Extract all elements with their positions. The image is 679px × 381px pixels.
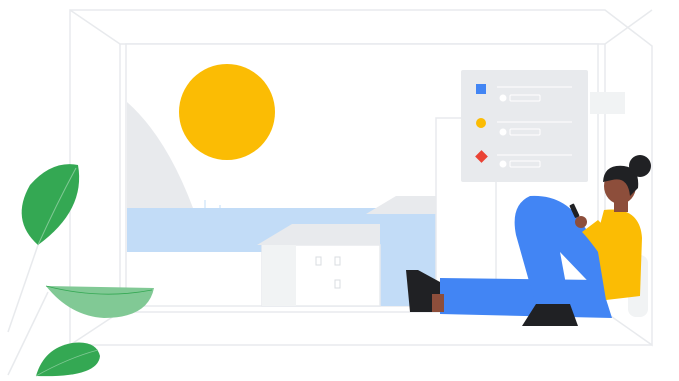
- radio-icon: [499, 94, 507, 102]
- tower-top: [590, 92, 625, 114]
- building-side: [262, 245, 296, 306]
- hair-bun: [629, 155, 651, 177]
- leg-extended: [440, 278, 612, 318]
- checklist-panel: [461, 70, 588, 182]
- leaf-middle: [46, 286, 154, 318]
- radio-icon: [499, 160, 507, 168]
- ankle-left: [432, 294, 444, 312]
- circle-marker-icon: [476, 118, 486, 128]
- radio-icon: [499, 128, 507, 136]
- hand: [575, 216, 587, 228]
- plant-stem: [7, 244, 39, 333]
- sun: [179, 64, 275, 160]
- illustration: [0, 0, 679, 381]
- room-scene: [7, 9, 653, 377]
- square-marker-icon: [476, 84, 486, 94]
